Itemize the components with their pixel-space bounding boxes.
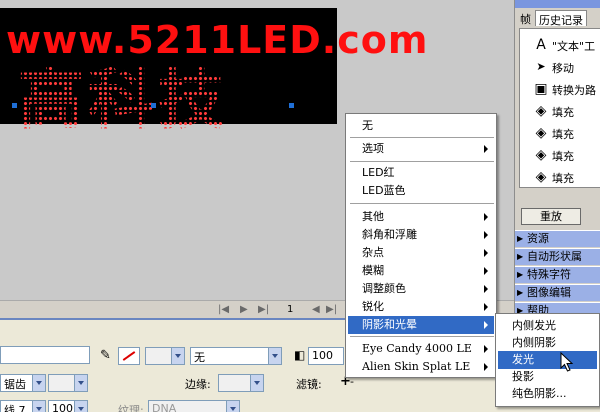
shadow-glow-submenu: 内侧发光 内侧阴影 发光 投影 纯色阴影... [495, 313, 600, 407]
chevron-right-icon [484, 285, 488, 293]
list-item[interactable]: ➤ 移动 [520, 57, 600, 78]
list-item[interactable]: ◈ 填充 [520, 123, 600, 144]
list-item[interactable]: ◈ 填充 [520, 101, 600, 122]
chevron-down-icon [74, 401, 87, 412]
filter-menu: 无 选项 LED红 LED蓝色 其他 斜角和浮雕 杂点 模糊 调整颜色 锐化 阴… [345, 113, 497, 378]
panel-assets[interactable]: 资源 [515, 230, 600, 247]
led-image[interactable]: www.5211LED.com 高科技 [0, 8, 427, 138]
chevron-right-icon [484, 363, 488, 371]
menu-separator [350, 161, 494, 162]
menu-item-eye-candy[interactable]: Eye Candy 4000 LE [348, 340, 494, 358]
panel-image-edit[interactable]: 图像编辑 [515, 284, 600, 301]
menu-separator [350, 336, 494, 337]
panel-autoshape-props[interactable]: 自动形状属 [515, 248, 600, 265]
fill-icon: ◈ [535, 169, 547, 185]
chevron-right-icon [484, 345, 488, 353]
chevron-down-icon [32, 401, 45, 412]
history-list[interactable]: A "文本"工 ➤ 移动 ▣ 转换为路 ◈ 填充 ◈ 填充 ◈ 填充 ◈ 填充 [519, 28, 600, 188]
stroke-color-swatch[interactable] [118, 347, 140, 365]
list-item[interactable]: ▣ 转换为路 [520, 79, 600, 100]
chevron-right-icon [484, 303, 488, 311]
stroke-width-field[interactable] [145, 347, 185, 365]
prev-frame-icon[interactable]: ◀ [312, 304, 320, 315]
replay-button[interactable]: 重放 [521, 208, 581, 225]
play-icon[interactable]: ▶ [240, 304, 248, 315]
move-tool-icon: ➤ [536, 60, 546, 73]
menu-item-inner-glow[interactable]: 内侧发光 [498, 317, 597, 335]
fill-icon: ◈ [535, 147, 547, 163]
menu-item-none[interactable]: 无 [348, 117, 494, 135]
stroke-select[interactable]: 线 7 [0, 400, 46, 412]
text-tool-icon: A [536, 37, 546, 53]
chevron-down-icon [171, 348, 184, 364]
convert-icon: ▣ [534, 81, 548, 97]
opacity-field[interactable]: 100 [308, 347, 344, 365]
fill-icon: ◈ [535, 103, 547, 119]
menu-item-adjust-color[interactable]: 调整颜色 [348, 280, 494, 298]
chevron-right-icon [484, 231, 488, 239]
menu-item-bevel-emboss[interactable]: 斜角和浮雕 [348, 226, 494, 244]
menu-item-sharpen[interactable]: 锐化 [348, 298, 494, 316]
selection-handle[interactable] [151, 103, 156, 108]
menu-separator [350, 137, 494, 138]
tab-frames[interactable]: 帧 [517, 10, 534, 26]
fill-icon: ◈ [535, 125, 547, 141]
chevron-right-icon [484, 321, 488, 329]
list-item[interactable]: ◈ 填充 [520, 167, 600, 187]
led-chinese-text: 高科技 [18, 46, 228, 142]
edge-label: 边缘: [185, 378, 211, 391]
menu-item-solid-shadow[interactable]: 纯色阴影... [498, 385, 597, 403]
menu-item-noise[interactable]: 杂点 [348, 244, 494, 262]
chevron-right-icon [484, 145, 488, 153]
opacity-icon: ◧ [294, 348, 306, 362]
menu-item-led-blue[interactable]: LED蓝色 [348, 182, 494, 200]
first-frame-icon[interactable]: |◀ [218, 304, 229, 315]
chevron-down-icon [250, 375, 263, 391]
menu-item-led-red[interactable]: LED红 [348, 164, 494, 182]
stroke-size-field[interactable]: 100 [48, 400, 88, 412]
tab-history[interactable]: 历史记录 [535, 10, 587, 27]
menu-item-inner-shadow[interactable]: 内侧阴影 [498, 334, 597, 352]
fill-select[interactable]: 无 [190, 347, 282, 365]
texture-label: 纹理: [118, 404, 144, 412]
panel-group-header [515, 0, 600, 8]
chevron-down-icon [268, 348, 281, 364]
no-color-slash [122, 351, 136, 361]
pencil-icon: ✎ [100, 348, 111, 363]
antialias-select[interactable]: 锯齿 [0, 374, 46, 392]
menu-separator [350, 203, 494, 204]
chevron-down-icon [74, 375, 87, 391]
right-panel: 帧 历史记录 A "文本"工 ➤ 移动 ▣ 转换为路 ◈ 填充 ◈ 填充 ◈ 填… [514, 0, 600, 318]
menu-item-alien-skin[interactable]: Alien Skin Splat LE [348, 358, 494, 376]
menu-item-other[interactable]: 其他 [348, 208, 494, 226]
list-item[interactable]: A "文本"工 [520, 35, 600, 56]
selection-handle[interactable] [12, 103, 17, 108]
menu-item-drop-shadow[interactable]: 投影 [498, 368, 597, 386]
last-frame-icon[interactable]: ▶| [258, 304, 269, 315]
chevron-right-icon [484, 267, 488, 275]
history-tabs: 帧 历史记录 [517, 10, 600, 27]
chevron-down-icon [226, 401, 239, 412]
texture-select[interactable]: DNA [148, 400, 240, 412]
filter-label: 滤镜: [296, 378, 322, 391]
list-item[interactable]: ◈ 填充 [520, 145, 600, 166]
selection-handle[interactable] [289, 103, 294, 108]
mouse-cursor-icon [560, 352, 574, 372]
menu-item-glow[interactable]: 发光 [498, 351, 597, 369]
left-number-field[interactable] [48, 374, 88, 392]
menu-item-shadow-glow[interactable]: 阴影和光晕 [348, 316, 494, 334]
left-select[interactable] [0, 346, 90, 364]
next-frame-icon[interactable]: ▶| [326, 304, 337, 315]
frame-number: 1 [287, 304, 294, 315]
menu-item-options[interactable]: 选项 [348, 140, 494, 158]
edge-select[interactable] [218, 374, 264, 392]
menu-item-blur[interactable]: 模糊 [348, 262, 494, 280]
chevron-down-icon [32, 375, 45, 391]
chevron-right-icon [484, 249, 488, 257]
panel-special-chars[interactable]: 特殊字符 [515, 266, 600, 283]
chevron-right-icon [484, 213, 488, 221]
